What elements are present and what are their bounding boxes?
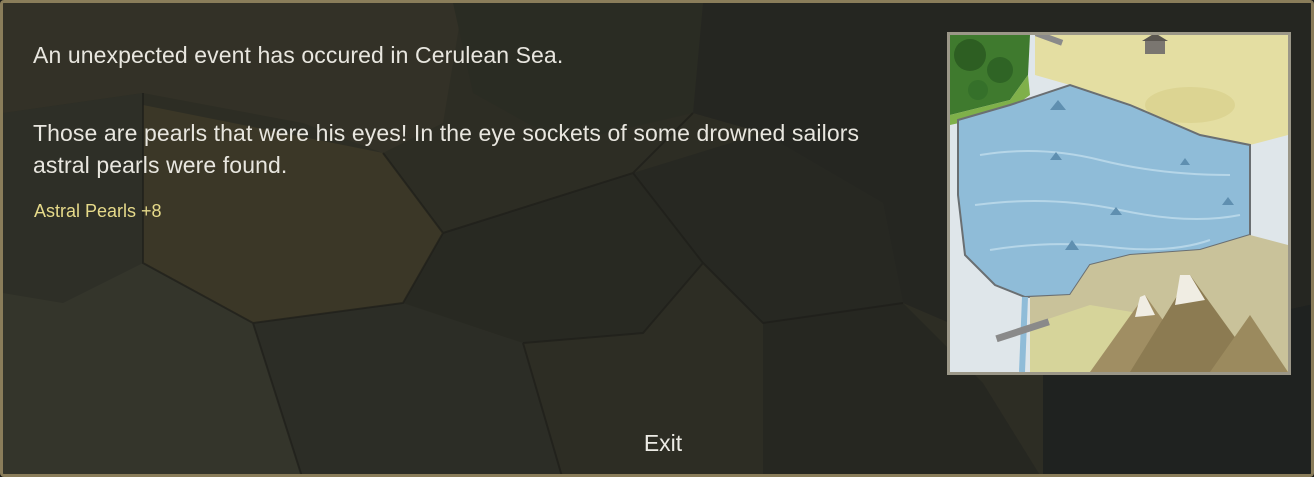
event-dialog: An unexpected event has occured in Cerul… xyxy=(0,0,1314,477)
event-intro-text: An unexpected event has occured in Cerul… xyxy=(33,42,564,68)
reward-text: Astral Pearls +8 xyxy=(34,201,162,221)
exit-button[interactable]: Exit xyxy=(623,425,703,461)
event-terrain-image xyxy=(947,32,1291,375)
event-description-text: Those are pearls that were his eyes! In … xyxy=(33,120,860,178)
